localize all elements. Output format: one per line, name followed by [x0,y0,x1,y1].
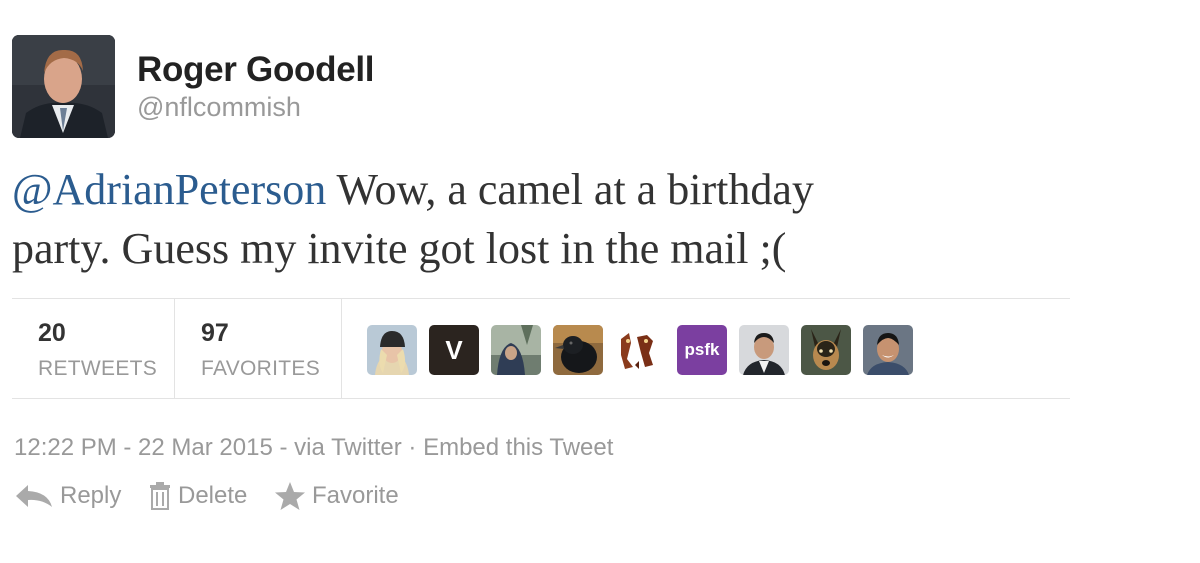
favorite-button[interactable]: Favorite [274,476,399,516]
meta-separator-dot: · [401,434,424,461]
favorites-label: FAVORITES [201,357,320,380]
psfk-logo-text: psfk [684,340,720,359]
tweet-text-line2: party. Guess my invite got lost in the m… [12,224,787,273]
tweet-timestamp[interactable]: 12:22 PM - 22 Mar 2015 [14,434,273,461]
favorite-label: Favorite [312,482,399,509]
avatar-blonde-beanie[interactable] [367,325,417,375]
v-logo-text: V [445,334,463,365]
avatar-hooded-outdoors[interactable] [491,325,541,375]
favorites-count: 97 [201,319,229,347]
favorites-stat[interactable]: 97 FAVORITES [175,299,342,398]
retweets-stat[interactable]: 20 RETWEETS [12,299,175,398]
tweet-stats: 20 RETWEETS 97 FAVORITES V psfk [12,298,1070,399]
reply-label: Reply [60,482,122,509]
avatar-man-suit[interactable] [739,325,789,375]
reply-icon [14,483,60,509]
author-handle[interactable]: @nflcommish [137,92,301,123]
delete-label: Delete [178,482,248,509]
avatar-bear-illustration[interactable] [615,325,665,375]
avatar-crow[interactable] [553,325,603,375]
avatar-v-logo[interactable]: V [429,325,479,375]
retweets-count: 20 [38,319,66,347]
reply-button[interactable]: Reply [14,476,121,516]
author-name[interactable]: Roger Goodell [137,50,375,90]
trash-icon [148,482,178,510]
star-icon [274,481,312,511]
retweets-label: RETWEETS [38,357,158,380]
delete-button[interactable]: Delete [148,476,247,516]
author-avatar[interactable] [12,35,115,138]
avatar-smiling-man[interactable] [863,325,913,375]
source-link[interactable]: Twitter [331,434,402,461]
tweet-text-line1: Wow, a camel at a birthday [326,165,814,214]
avatar-dog[interactable] [801,325,851,375]
avatar-psfk-logo[interactable]: psfk [677,325,727,375]
tweet-meta: 12:22 PM - 22 Mar 2015 - via Twitter · E… [14,434,613,462]
mention-link[interactable]: @AdrianPeterson [12,165,326,214]
meta-separator-via: - via [272,434,332,461]
tweet-text: @AdrianPeterson Wow, a camel at a birthd… [12,160,1072,278]
embed-tweet-link[interactable]: Embed this Tweet [423,434,613,461]
